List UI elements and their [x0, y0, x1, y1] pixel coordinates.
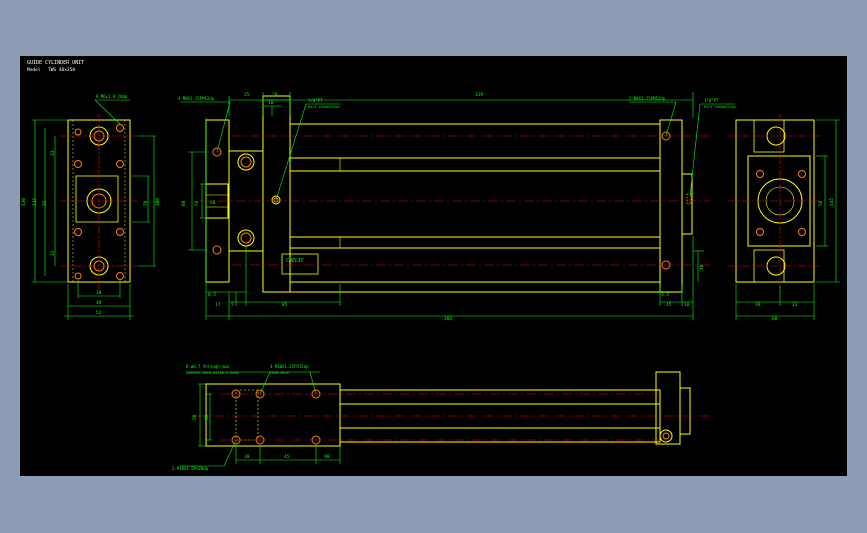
upper-guide-rod [289, 123, 661, 159]
main-front-view: CHELIC 4-M8X1.25PM12dp 1/8"PT Port conne… [178, 92, 736, 322]
dim-top-stroke: 319 [475, 92, 483, 98]
dim-main-total: 383 [444, 316, 452, 322]
callout-guide-rod-front: 4-M8X1.25PM12dp [178, 96, 215, 101]
end-cap [659, 119, 683, 293]
dim-top-25: 25 [244, 92, 250, 98]
dim-right-bot-23: 23 [792, 302, 798, 308]
right-end-view: 145 56 39 23 68 [728, 114, 840, 322]
callout-bottom-tap-note: FROM BACK [270, 371, 290, 375]
dim-top-20: 20 [272, 92, 278, 98]
dim-bv-20: 20 [192, 414, 198, 420]
dim-main-bot-10: 10 [684, 302, 690, 308]
model-value: TWS 40x250 [48, 67, 75, 73]
callout-bottom-counterbore-note: Counter bore ø11X6.5 Deep [186, 371, 239, 375]
model-label: Model [27, 67, 41, 73]
dim-right-bot-39: 39 [755, 302, 761, 308]
dim-left-130: 130 [21, 198, 27, 206]
dim-left-33b: 33 [50, 250, 56, 256]
dim-main-bot-17: 17 [215, 302, 221, 308]
dim-left-25: 25 [42, 200, 48, 206]
main-tube [289, 170, 661, 238]
dim-right-56: 56 [818, 200, 824, 206]
dim-bv-38: 38 [204, 414, 210, 420]
bottom-guide-rod-upper [339, 389, 661, 405]
dim-right-145: 145 [829, 198, 835, 206]
drawing-title: GUIDE CYLINDER UNIT [27, 60, 84, 66]
callout-bottom-tap: 4-M10X1.25PX15dp [270, 364, 309, 369]
bottom-view: 8-ø6.7 through-max Counter bore ø11X6.5 … [172, 364, 710, 471]
dim-left-100: 100 [155, 198, 161, 206]
callout-port-front: 1/8"PT [308, 98, 323, 103]
dim-top-10: 10 [268, 100, 274, 106]
dim-main-bot-85: 8.5 [208, 292, 216, 298]
callout-rod-end-threads: 2-M8X1.25PM12dp [629, 96, 666, 101]
dim-main-bot-15: 15 [666, 302, 672, 308]
dim-left-33a: 33 [50, 150, 56, 156]
left-end-view: 8-M6x1.0 20dp 130 115 25 33 33 78 100 30… [21, 94, 161, 320]
dim-left-115: 115 [32, 198, 38, 206]
callout-bottom-pins: 2-M10X1.5Pù20dp [172, 466, 209, 471]
dim-main-56: 56 [194, 200, 200, 206]
left-end-boss [75, 175, 119, 223]
dim-left-bot-48: 48 [96, 300, 102, 306]
dim-left-bot-52: 52 [96, 310, 102, 316]
callout-port-front-note: Port connection [308, 105, 340, 109]
dim-main-bot-5: 5 [231, 302, 234, 308]
brand-plate [281, 253, 319, 275]
dim-right-bot-68: 68 [772, 316, 778, 322]
dim-bv-30: 30 [244, 454, 250, 460]
dim-left-bot-30: 30 [96, 290, 102, 296]
callout-port-rear-note: Port connection [704, 105, 736, 109]
callout-port-rear: 1/8"PT [704, 98, 719, 103]
dim-main-right-40: 40 [699, 264, 705, 270]
dim-main-bot-85b: 85 [282, 302, 288, 308]
dim-bv-90: 90 [324, 454, 330, 460]
dim-main-66: 66 [210, 200, 216, 206]
callout-bottom-counterbore: 8-ø6.7 through-max [186, 364, 230, 369]
drawing-sheet: GUIDE CYLINDER UNIT Model TWS 40x250 8-M… [20, 56, 847, 476]
cad-drawing-canvas[interactable]: GUIDE CYLINDER UNIT Model TWS 40x250 8-M… [20, 56, 847, 476]
dim-main-80: 80 [181, 200, 187, 206]
dim-left-78: 78 [143, 200, 149, 206]
callout-end-plate-holes: 8-M6x1.0 20dp [96, 94, 128, 99]
dim-main-bot-35: 3.5 [661, 292, 669, 298]
dim-bv-45: 45 [284, 454, 290, 460]
brand-label: CHELIC [286, 258, 304, 264]
